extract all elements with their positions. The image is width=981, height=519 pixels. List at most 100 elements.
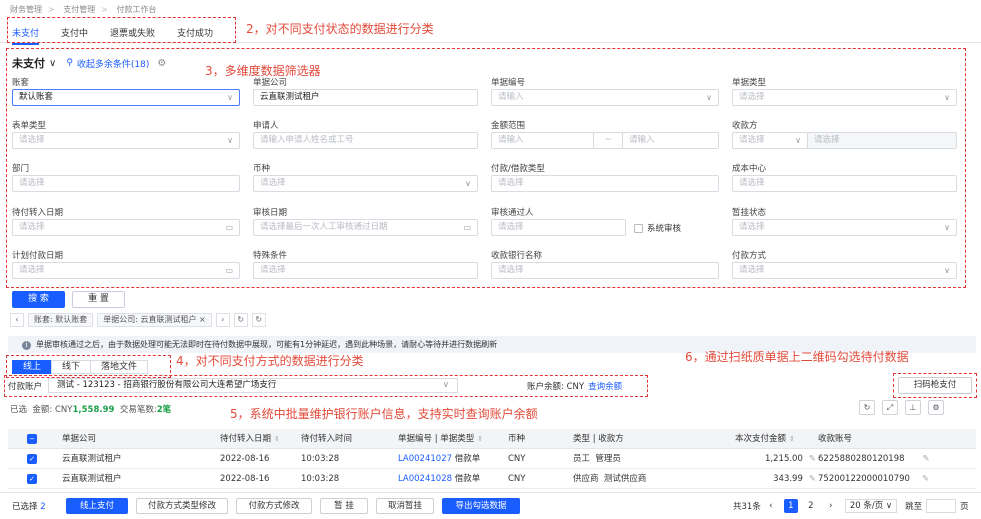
search-button[interactable]: 搜 索: [12, 291, 65, 308]
scan-pay-button[interactable]: 扫码枪支付: [898, 377, 972, 394]
column-settings-icon[interactable]: ⊥: [905, 400, 921, 415]
collapse-conditions-label: 收起多余条件(18): [76, 59, 150, 70]
header-doc-number[interactable]: 单据编号 | 单据类型 ⇕: [398, 429, 483, 449]
page-1[interactable]: 1: [783, 499, 798, 513]
filter-chip[interactable]: 单据公司: 云直联测试租户 ×: [97, 313, 212, 327]
filter-chip[interactable]: 账套: 默认账套: [28, 313, 94, 327]
breadcrumb: 财务管理 > 支付管理 > 付款工作台: [10, 4, 157, 15]
placeholder: 请输入: [498, 92, 524, 102]
field-label: 币种: [253, 164, 271, 174]
callout-text: 6，通过扫纸质单据上二维码勾选待付数据: [685, 350, 909, 364]
department-select[interactable]: 请选择: [12, 175, 240, 192]
refresh-icon[interactable]: ↻: [859, 400, 875, 415]
close-icon[interactable]: ×: [199, 315, 206, 324]
amount-min-input[interactable]: 请输入: [491, 132, 594, 149]
breadcrumb-item[interactable]: 财务管理: [10, 4, 42, 15]
breadcrumb-separator: >: [48, 5, 55, 14]
cost-center-select[interactable]: 请选择: [732, 175, 957, 192]
field-label: 部门: [12, 164, 30, 174]
page-2[interactable]: 2: [804, 499, 818, 513]
sort-icon: ⇕: [274, 435, 280, 443]
payee-bank-select[interactable]: 请选择: [491, 262, 719, 279]
currency-select[interactable]: 请选择 ∨: [253, 175, 478, 192]
hold-button[interactable]: 暂 挂: [320, 498, 368, 514]
chevron-down-icon: ∨: [944, 93, 950, 102]
refresh-icon[interactable]: ↻: [233, 313, 248, 327]
ledger-select[interactable]: 默认账套 ∨: [12, 89, 240, 106]
special-condition-select[interactable]: 请选择: [253, 262, 478, 279]
header-label: 待付转入日期: [220, 434, 272, 444]
applicant-input[interactable]: 请输入申请人姓名或工号: [253, 132, 478, 149]
modify-payment-method-button[interactable]: 付款方式修改: [236, 498, 312, 514]
placeholder: 请输入: [629, 135, 655, 145]
payment-method-tabs: 线上 线下 落地文件: [12, 360, 149, 374]
amount-max-input[interactable]: 请输入: [622, 132, 719, 149]
online-pay-button[interactable]: 线上支付: [66, 498, 128, 514]
row-checkbox[interactable]: ✓: [27, 474, 37, 484]
audit-date-picker[interactable]: 请选择最后一次人工审核通过日期 ▭: [253, 219, 478, 236]
row-checkbox[interactable]: ✓: [27, 454, 37, 464]
edit-icon[interactable]: ✎: [809, 474, 816, 484]
placeholder: 请选择: [498, 222, 524, 232]
doc-number-link[interactable]: LA00241027: [398, 454, 452, 464]
tab-online[interactable]: 线上: [12, 360, 53, 374]
export-selected-button[interactable]: 导出勾选数据: [442, 498, 520, 514]
edit-icon[interactable]: ✎: [809, 454, 816, 464]
page-size-select[interactable]: 20 条/页 ∨: [844, 499, 898, 513]
payment-method-select[interactable]: 请选择 ∨: [732, 262, 957, 279]
payment-account-select[interactable]: 测试 - 123123 - 招商银行股份有限公司大连希望广场支行 ∨: [48, 378, 459, 393]
pending-transfer-date-picker[interactable]: 请选择 ▭: [12, 219, 240, 236]
chevron-down-icon[interactable]: ∨: [49, 58, 56, 69]
table-header: − 单据公司 待付转入日期 ⇕ 待付转入时间 单据编号 | 单据类型 ⇕ 币种 类型…: [8, 429, 976, 449]
reset-button[interactable]: 重 置: [72, 291, 125, 308]
refresh-icon[interactable]: ↻: [251, 313, 266, 327]
placeholder: 请选择: [260, 178, 286, 188]
system-audit-checkbox[interactable]: 系统审核: [634, 222, 681, 234]
table-row[interactable]: ✓ 云直联测试租户 2022-08-16 10:03:28 LA00241028…: [8, 469, 976, 489]
checkbox-box: [634, 223, 643, 233]
header-label: 本次支付金额: [735, 434, 787, 444]
selected-count-text: 已选择 2: [12, 500, 46, 512]
form-type-select[interactable]: 请选择 ∨: [12, 132, 240, 149]
gear-icon[interactable]: ⚙: [157, 58, 166, 69]
placeholder: 请选择: [739, 265, 765, 275]
tab-file[interactable]: 落地文件: [90, 360, 149, 374]
query-balance-link[interactable]: 查询余额: [588, 382, 622, 392]
edit-icon[interactable]: ✎: [923, 454, 930, 464]
select-all-checkbox[interactable]: −: [27, 434, 37, 444]
breadcrumb-item[interactable]: 支付管理: [63, 4, 95, 15]
callout-box: [7, 17, 236, 43]
fullscreen-icon[interactable]: ⤢: [882, 400, 898, 415]
cancel-hold-button[interactable]: 取消暂挂: [376, 498, 434, 514]
edit-icon[interactable]: ✎: [922, 474, 929, 484]
table-toolbar: ↻ ⤢ ⊥ ⚙: [859, 400, 951, 415]
payee-name: 测试供应商: [603, 474, 647, 484]
payee-type-select[interactable]: 请选择 ∨: [732, 132, 808, 149]
account-balance: 账户余额: CNY 查询余额: [527, 380, 622, 392]
field-label: 特殊条件: [253, 251, 288, 261]
company-select[interactable]: 云直联测试租户: [253, 89, 478, 106]
tab-offline[interactable]: 线下: [51, 360, 92, 374]
planned-payment-date-picker[interactable]: 请选择 ▭: [12, 262, 240, 279]
bottom-action-bar: 已选择 2 线上支付 付款方式类型修改 付款方式修改 暂 挂 取消暂挂 导出勾选…: [0, 492, 981, 519]
modify-payment-type-button[interactable]: 付款方式类型修改: [136, 498, 228, 514]
doc-number-link[interactable]: LA00241028: [398, 474, 452, 484]
auditor-select[interactable]: 请选择: [491, 219, 626, 236]
doc-number-input[interactable]: 请输入 ∨: [491, 89, 719, 106]
chevron-right-icon[interactable]: ›: [824, 499, 838, 513]
chevron-left-icon[interactable]: ‹: [10, 313, 24, 327]
hold-status-select[interactable]: 请选择 ∨: [732, 219, 957, 236]
payment-loan-type-select[interactable]: 请选择: [491, 175, 719, 192]
collapse-conditions-link[interactable]: ⚲ 收起多余条件(18): [66, 57, 149, 70]
chevron-right-icon[interactable]: ›: [215, 313, 230, 327]
doc-type-select[interactable]: 请选择 ∨: [732, 89, 957, 106]
settings-icon[interactable]: ⚙: [928, 400, 944, 415]
header-transfer-date[interactable]: 待付转入日期 ⇕: [220, 429, 280, 449]
amount-range-separator: ~: [593, 132, 623, 149]
payee-select[interactable]: 请选择: [807, 132, 957, 149]
chevron-left-icon[interactable]: ‹: [764, 499, 778, 513]
header-amount[interactable]: 本次支付金额 ⇕: [735, 429, 795, 449]
placeholder: 请选择: [739, 92, 765, 102]
table-row[interactable]: ✓ 云直联测试租户 2022-08-16 10:03:28 LA00241027…: [8, 449, 976, 469]
page-jump-input[interactable]: [926, 499, 957, 513]
